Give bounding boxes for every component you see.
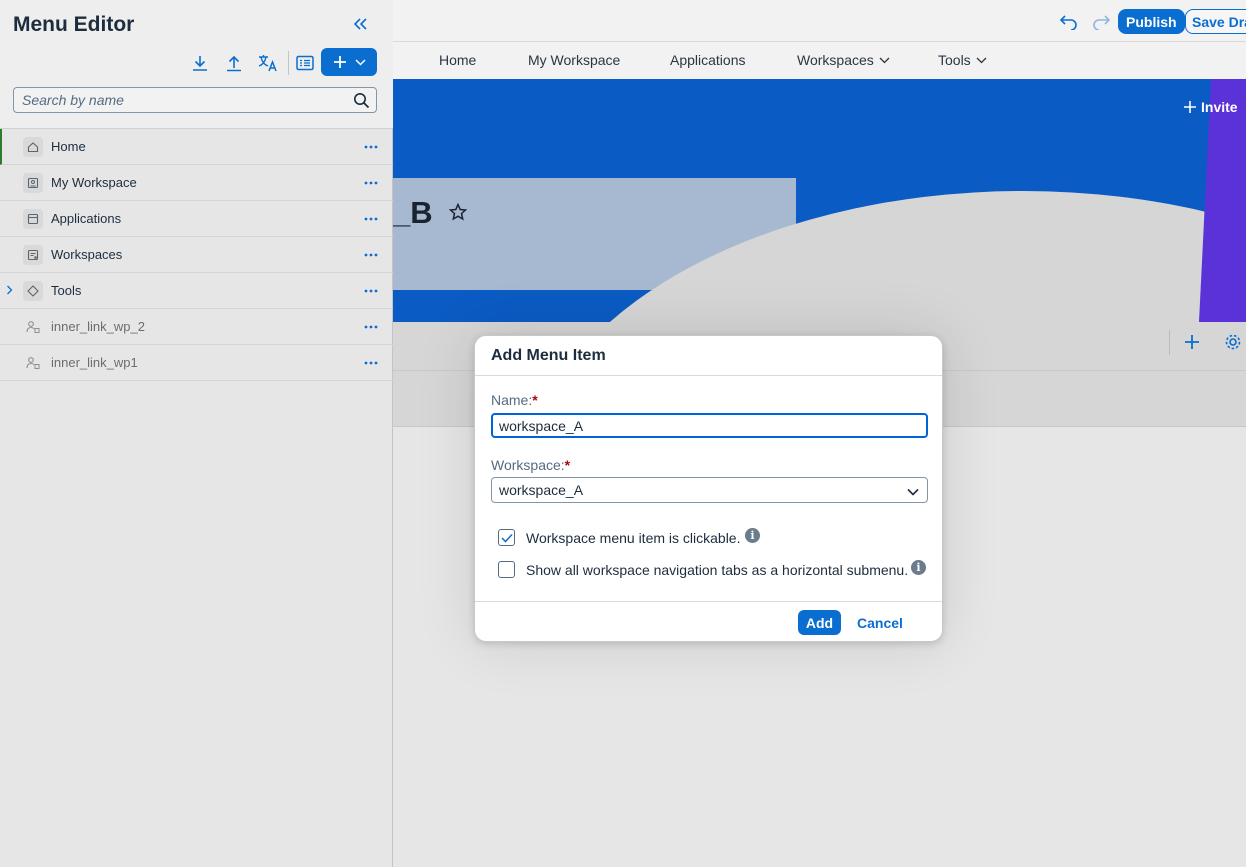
chevron-down-icon (354, 58, 366, 66)
link-icon (23, 317, 43, 337)
divider (475, 375, 942, 376)
divider (475, 601, 942, 602)
nav-item-my-workspace[interactable]: My Workspace (528, 52, 620, 68)
more-options-icon[interactable] (362, 356, 380, 370)
undo-icon[interactable] (1058, 11, 1080, 33)
workspace-select[interactable]: workspace_A (491, 477, 928, 503)
workspace-label-text: Workspace: (491, 457, 565, 473)
horizontal-submenu-checkbox-label: Show all workspace navigation tabs as a … (526, 562, 909, 578)
banner-accent-strip (1199, 79, 1246, 322)
horizontal-submenu-checkbox[interactable] (498, 561, 515, 578)
chevron-down-icon (879, 57, 890, 63)
nav-item-label: Workspaces (797, 52, 874, 68)
nav-item-tools[interactable]: Tools (938, 52, 987, 68)
panel-title: Menu Editor (13, 13, 135, 36)
workspace-icon (23, 172, 43, 193)
nav-item-applications[interactable]: Applications (670, 52, 746, 68)
collapse-panel-icon[interactable] (352, 16, 368, 37)
nav-item-home[interactable]: Home (439, 52, 476, 68)
upload-icon[interactable] (223, 52, 245, 74)
menu-item-label: Workspaces (51, 247, 123, 262)
workspace-select-value: workspace_A (499, 482, 584, 498)
star-icon[interactable] (448, 202, 468, 226)
search-input[interactable] (14, 88, 334, 112)
invite-label: Invite (1201, 99, 1238, 115)
workspace-label: Workspace:* (491, 457, 570, 473)
name-input[interactable] (491, 413, 928, 438)
checkmark-icon (500, 533, 513, 543)
more-options-icon[interactable] (362, 140, 380, 154)
publish-button[interactable]: Publish (1118, 9, 1185, 34)
chevron-down-icon (907, 483, 919, 499)
cancel-button[interactable]: Cancel (857, 615, 903, 631)
clickable-checkbox[interactable] (498, 529, 515, 546)
menu-item-label: My Workspace (51, 175, 137, 190)
divider (288, 51, 289, 75)
nav-item-label: Applications (670, 52, 746, 68)
translate-icon[interactable] (257, 52, 279, 74)
menu-item-label: Applications (51, 211, 122, 226)
more-options-icon[interactable] (362, 248, 380, 262)
add-section-icon[interactable] (1183, 333, 1201, 356)
redo-icon[interactable] (1090, 11, 1112, 33)
plus-icon (1184, 101, 1196, 113)
link-icon (23, 353, 43, 373)
menu-editor-header: Menu Editor (0, 0, 393, 129)
required-marker: * (564, 457, 571, 473)
menu-item-label: inner_link_wp1 (51, 355, 138, 370)
menu-item-home[interactable]: Home (0, 129, 393, 165)
more-options-icon[interactable] (362, 284, 380, 298)
nav-item-label: Tools (938, 52, 971, 68)
workspace-title: _B (393, 195, 433, 230)
info-icon[interactable]: i (745, 528, 760, 543)
chevron-down-icon (976, 57, 987, 63)
menu-item-tools[interactable]: Tools (0, 273, 393, 309)
workspaces-icon (23, 244, 43, 265)
more-options-icon[interactable] (362, 176, 380, 190)
more-options-icon[interactable] (362, 320, 380, 334)
nav-item-workspaces[interactable]: Workspaces (797, 52, 890, 68)
menu-editor-panel: Menu Editor Hom (0, 0, 393, 867)
gear-icon[interactable] (1224, 333, 1242, 356)
menu-item-my-workspace[interactable]: My Workspace (0, 165, 393, 201)
menu-item-inner-link-wp-2[interactable]: inner_link_wp_2 (0, 309, 393, 345)
info-icon[interactable]: i (911, 560, 926, 575)
nav-item-label: Home (439, 52, 477, 68)
top-navigation: Home My Workspace Applications Workspace… (393, 42, 1246, 79)
workspace-banner: _B Invite (393, 79, 1246, 322)
menu-item-label: Tools (51, 283, 82, 298)
add-menu-item-dialog: Add Menu Item Name:* Workspace:* workspa… (474, 335, 943, 642)
menu-item-workspaces[interactable]: Workspaces (0, 237, 393, 273)
chevron-right-icon[interactable] (6, 282, 13, 300)
divider (1169, 330, 1170, 355)
more-options-icon[interactable] (362, 212, 380, 226)
search-field (13, 87, 377, 113)
search-icon[interactable] (353, 92, 370, 114)
required-marker: * (532, 392, 538, 408)
applications-icon (23, 208, 43, 229)
download-icon[interactable] (189, 52, 211, 74)
nav-item-label: My Workspace (528, 52, 621, 68)
menu-list-icon[interactable] (294, 52, 316, 74)
name-label-text: Name: (491, 392, 533, 408)
menu-item-label: Home (51, 139, 86, 154)
add-button[interactable]: Add (798, 610, 841, 635)
menu-item-label: inner_link_wp_2 (51, 319, 145, 334)
clickable-checkbox-label: Workspace menu item is clickable. (526, 530, 741, 546)
dialog-title: Add Menu Item (491, 347, 606, 364)
name-label: Name:* (491, 392, 538, 408)
tools-icon (23, 280, 43, 301)
home-icon (23, 136, 43, 157)
add-menu-item-button[interactable] (321, 48, 377, 76)
top-toolbar: Publish Save Draft (393, 0, 1246, 42)
menu-item-inner-link-wp1[interactable]: inner_link_wp1 (0, 345, 393, 381)
menu-item-applications[interactable]: Applications (0, 201, 393, 237)
save-draft-button[interactable]: Save Draft (1185, 9, 1246, 34)
invite-button[interactable]: Invite (1183, 99, 1238, 115)
plus-icon (333, 56, 346, 68)
